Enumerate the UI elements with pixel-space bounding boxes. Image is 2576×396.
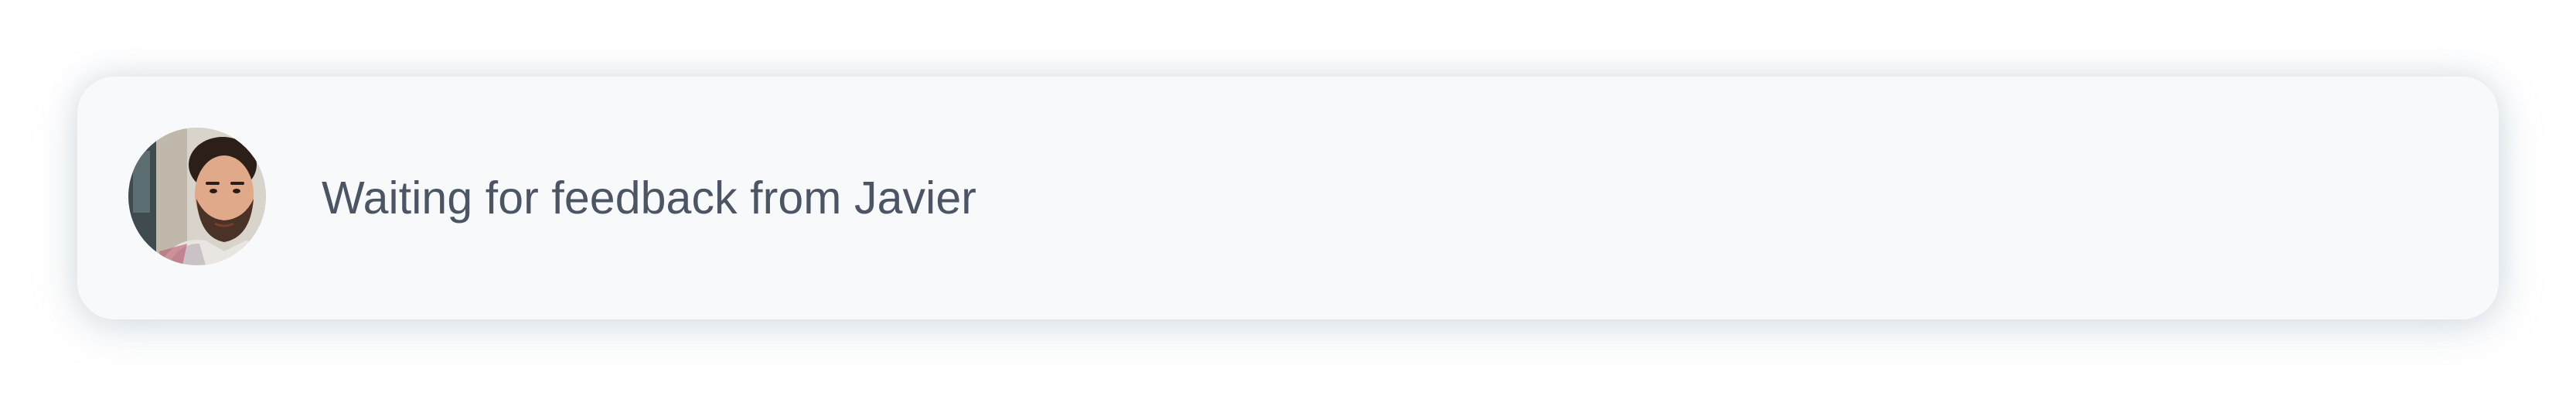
status-message: Waiting for feedback from Javier (322, 172, 977, 224)
page-canvas: Waiting for feedback from Javier (0, 0, 2576, 396)
avatar (128, 128, 266, 265)
avatar-photo-icon (128, 128, 266, 265)
status-card: Waiting for feedback from Javier (77, 77, 2499, 319)
